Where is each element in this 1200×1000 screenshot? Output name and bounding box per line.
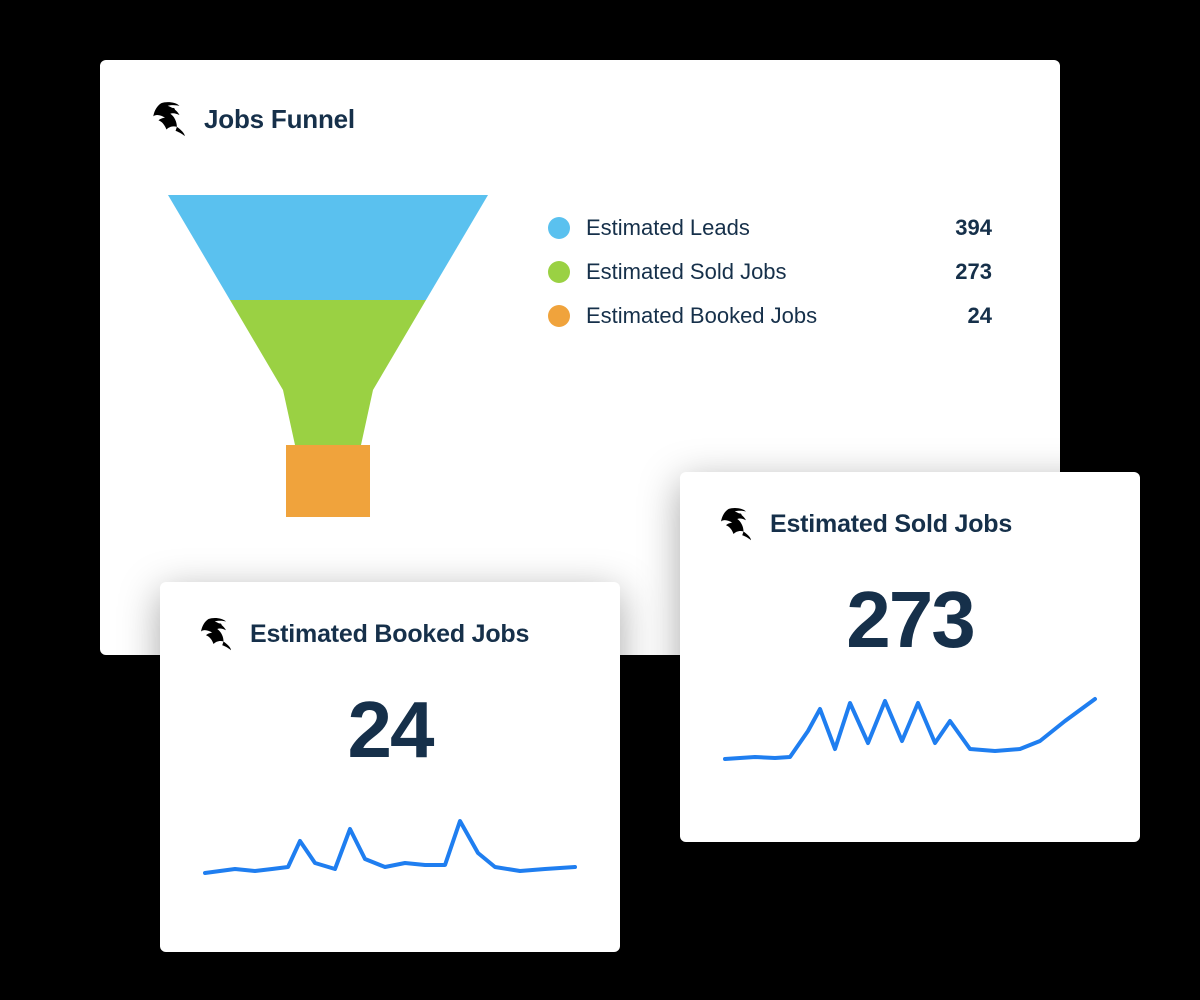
legend-dot-icon xyxy=(548,261,570,283)
legend-row-booked: Estimated Booked Jobs 24 xyxy=(548,303,992,329)
estimated-sold-card: Estimated Sold Jobs 273 xyxy=(680,472,1140,842)
funnel-segment-booked xyxy=(286,445,370,517)
sold-value: 273 xyxy=(716,574,1104,666)
sold-sparkline xyxy=(716,691,1104,781)
jobsite-logo-icon xyxy=(196,614,236,654)
funnel-segment-sold xyxy=(230,300,426,445)
legend-label: Estimated Leads xyxy=(586,215,932,241)
sparkline-path xyxy=(205,821,575,873)
legend-dot-icon xyxy=(548,217,570,239)
legend-value: 394 xyxy=(932,215,992,241)
jobsite-logo-icon xyxy=(716,504,756,544)
funnel-title: Jobs Funnel xyxy=(204,104,355,135)
legend-row-leads: Estimated Leads 394 xyxy=(548,215,992,241)
funnel-chart xyxy=(148,195,508,525)
funnel-segment-leads xyxy=(168,195,488,300)
sold-title: Estimated Sold Jobs xyxy=(770,510,1012,539)
legend-dot-icon xyxy=(548,305,570,327)
legend-label: Estimated Booked Jobs xyxy=(586,303,932,329)
legend-row-sold: Estimated Sold Jobs 273 xyxy=(548,259,992,285)
booked-title: Estimated Booked Jobs xyxy=(250,620,529,649)
funnel-card-header: Jobs Funnel xyxy=(148,98,1012,140)
booked-value: 24 xyxy=(196,684,584,776)
estimated-booked-card: Estimated Booked Jobs 24 xyxy=(160,582,620,952)
legend-label: Estimated Sold Jobs xyxy=(586,259,932,285)
jobsite-logo-icon xyxy=(148,98,190,140)
legend-value: 273 xyxy=(932,259,992,285)
sold-card-header: Estimated Sold Jobs xyxy=(716,504,1104,544)
booked-card-header: Estimated Booked Jobs xyxy=(196,614,584,654)
sparkline-path xyxy=(725,699,1095,759)
booked-sparkline xyxy=(196,801,584,891)
legend-value: 24 xyxy=(932,303,992,329)
